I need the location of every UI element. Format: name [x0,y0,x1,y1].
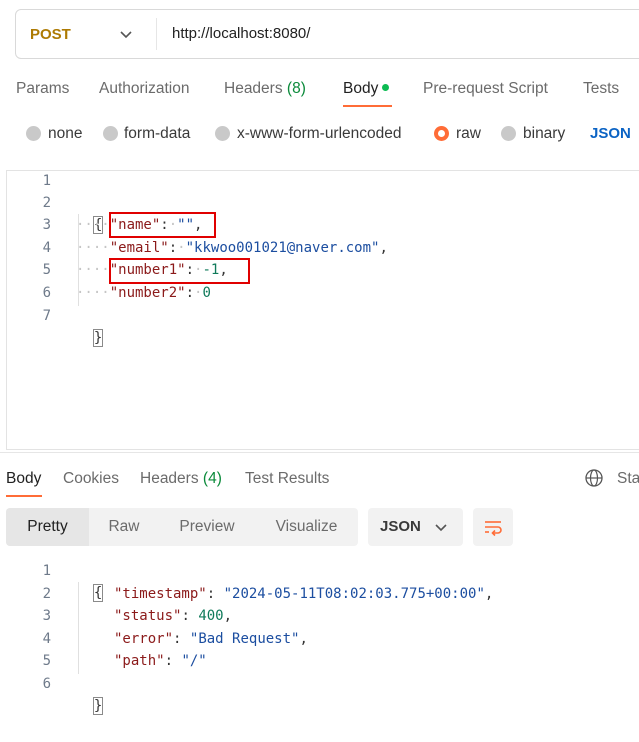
modified-dot-icon [382,84,390,91]
code-line: ····"email":·"kkwoo001021@naver.com", [76,240,388,256]
line-number: 4 [42,240,51,256]
code-line: { [76,192,104,234]
url-bar: POST http://localhost:8080/ [15,9,639,59]
wrap-lines-button[interactable] [473,508,513,546]
tab-headers-label: Headers [224,80,283,97]
radio-binary-label[interactable]: binary [523,124,565,144]
method-label: POST [30,25,71,43]
chevron-down-icon[interactable] [117,25,135,43]
json-colon: : [173,631,182,647]
radio-binary[interactable] [501,126,516,141]
json-key: "error" [114,631,174,647]
res-tab-headers-count: (4) [202,470,222,487]
code-line: ····"number2":·0 [76,285,211,301]
wrap-lines-icon [485,521,502,537]
view-raw-button[interactable]: Raw [89,508,159,546]
method-select[interactable]: POST [16,10,156,58]
response-format-label: JSON [380,518,421,535]
radio-none[interactable] [26,126,41,141]
open-brace: { [92,584,104,602]
radio-form-data-label[interactable]: form-data [124,124,190,144]
tab-tests[interactable]: Tests [583,78,619,100]
json-string: "/" [181,653,207,669]
code-line: "path": "/" [114,650,207,672]
res-tab-headers[interactable]: Headers (4) [140,468,222,490]
res-active-underline [6,495,42,497]
json-comma: , [379,240,388,256]
view-pretty-button[interactable]: Pretty [6,508,89,546]
line-number: 3 [42,217,51,233]
tab-authorization[interactable]: Authorization [99,78,189,100]
code-line: "status": 400, [114,605,232,627]
tab-prerequest-script[interactable]: Pre-request Script [423,78,548,100]
json-key: "status" [114,608,182,624]
code-line: } [76,673,104,715]
json-key: "number2" [109,285,186,301]
response-view-switcher: Pretty Raw Preview Visualize [6,508,358,546]
json-string: "2024-05-11T08:02:03.775+00:00" [223,586,485,602]
close-brace: } [92,329,104,347]
json-string: "Bad Request" [189,631,300,647]
json-colon: : [164,653,174,669]
code-line: } [76,305,104,347]
view-preview-button[interactable]: Preview [159,508,255,546]
radio-raw-label[interactable]: raw [456,124,481,144]
json-comma: , [484,586,494,602]
line-number: 1 [42,563,51,579]
json-comma: , [299,631,308,647]
view-visualize-button[interactable]: Visualize [255,508,358,546]
res-tab-cookies[interactable]: Cookies [63,468,119,490]
radio-raw[interactable] [434,126,449,141]
line-number: 1 [42,173,51,189]
tab-body[interactable]: Body [343,78,390,100]
tab-headers-count: (8) [286,80,306,97]
line-number: 6 [42,285,51,301]
highlight-box-name [109,212,216,238]
line-number: 2 [42,195,51,211]
json-key: "email" [109,240,169,256]
radio-none-label[interactable]: none [48,124,82,144]
res-tab-headers-label: Headers [140,470,199,487]
radio-form-data[interactable] [103,126,118,141]
tab-params[interactable]: Params [16,78,69,100]
active-tab-underline [343,105,392,107]
json-number: 400 [198,608,224,624]
body-format-select[interactable]: JSON [590,124,631,144]
url-divider [156,18,157,50]
line-number: 5 [42,262,51,278]
res-tab-test-results[interactable]: Test Results [245,468,329,490]
json-colon: : [185,285,195,301]
line-number: 2 [42,586,51,602]
close-brace: } [92,697,104,715]
line-number: 7 [42,308,51,324]
json-comma: , [223,608,233,624]
radio-urlencoded[interactable] [215,126,230,141]
code-line: "error": "Bad Request", [114,628,308,650]
response-format-select[interactable]: JSON [368,508,463,546]
res-tab-body[interactable]: Body [6,468,41,490]
json-key: "path" [114,653,165,669]
radio-urlencoded-label[interactable]: x-www-form-urlencoded [237,124,402,144]
json-number: 0 [202,285,211,301]
json-key: "timestamp" [114,586,207,602]
line-number: 6 [42,676,51,692]
json-colon: : [168,240,178,256]
code-line: "timestamp": "2024-05-11T08:02:03.775+00… [114,583,493,605]
chevron-down-icon [435,524,447,532]
line-number: 3 [42,608,51,624]
globe-icon[interactable] [584,468,604,488]
tab-body-label: Body [343,80,379,97]
json-colon: : [181,608,190,624]
json-string: "kkwoo001021@naver.com" [185,240,380,256]
highlight-box-number1 [109,258,250,284]
response-status-label: Sta [617,470,639,487]
line-number: 5 [42,653,51,669]
url-input[interactable]: http://localhost:8080/ [172,10,310,58]
line-number: 4 [42,631,51,647]
json-colon: : [206,586,216,602]
tab-headers[interactable]: Headers (8) [224,78,306,100]
pane-divider[interactable] [0,452,639,453]
code-line: { [76,560,104,602]
